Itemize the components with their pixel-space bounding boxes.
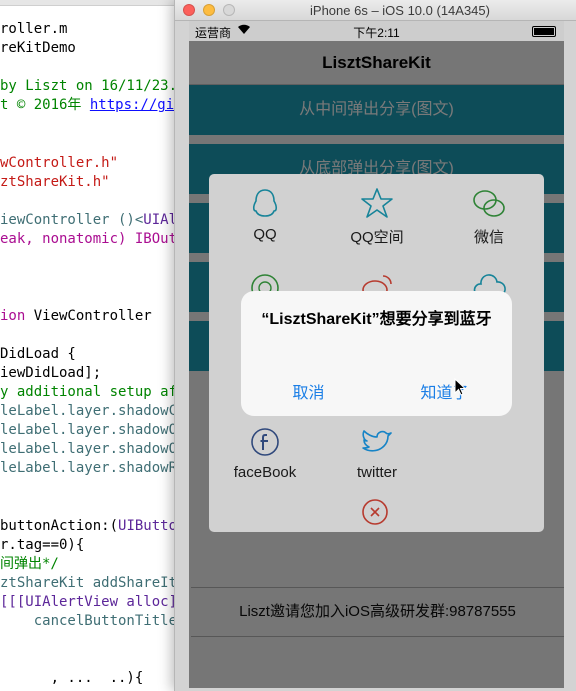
- simulator-titlebar: iPhone 6s – iOS 10.0 (14A345): [175, 0, 576, 21]
- close-window-button[interactable]: [183, 4, 195, 16]
- bluetooth-alert: “LisztShareKit”想要分享到蓝牙 取消 知道了: [241, 291, 512, 416]
- code-line[interactable]: DidLoad {: [0, 345, 76, 364]
- code-token: DidLoad {: [0, 345, 76, 362]
- code-token: leLabel.layer.shadowOff: [0, 441, 194, 458]
- code-token: [[[UIAlertView alloc]in: [0, 594, 194, 610]
- code-line[interactable]: iewController ()<UIAler: [0, 211, 194, 230]
- iphone-screen: 运营商 下午2:11 LisztShareKit 从中间弹出分享(图文) 从底部…: [189, 21, 564, 688]
- code-token: roller.m: [0, 21, 68, 37]
- code-token: iewDidLoad];: [0, 364, 102, 381]
- code-line[interactable]: iewDidLoad];: [0, 364, 101, 383]
- code-token: y additional setup afte: [0, 383, 194, 400]
- code-token: cancelButtonTitle:@: [0, 613, 194, 630]
- code-token: by Liszt on 16/11/23.: [0, 78, 178, 95]
- code-token: ztShareKit addShareItem: [0, 574, 194, 591]
- code-token: , ... ..){: [0, 670, 144, 687]
- code-token: leLabel.layer.shadowCol: [0, 403, 194, 419]
- code-line[interactable]: leLabel.layer.shadowOff: [0, 440, 194, 459]
- code-line[interactable]: by Liszt on 16/11/23.: [0, 77, 177, 96]
- code-line[interactable]: leLabel.layer.shadowOpa: [0, 421, 194, 440]
- code-token: reKitDemo: [0, 40, 76, 57]
- code-token: leLabel.layer.shadowOpa: [0, 422, 194, 439]
- code-token: 间弹出*/: [0, 555, 59, 572]
- simulator-title: iPhone 6s – iOS 10.0 (14A345): [310, 3, 490, 18]
- code-token: ion: [0, 307, 34, 324]
- code-token: leLabel.layer.shadowRad: [0, 460, 194, 477]
- alert-cancel-button[interactable]: 取消: [241, 379, 376, 409]
- code-line[interactable]: cancelButtonTitle:@: [0, 612, 194, 631]
- code-line[interactable]: y additional setup afte: [0, 383, 194, 402]
- code-line[interactable]: 间弹出*/: [0, 555, 59, 574]
- mouse-cursor-icon: [454, 378, 466, 396]
- code-line[interactable]: reKitDemo: [0, 39, 76, 58]
- code-token: t © 2016年: [0, 97, 90, 114]
- alert-ok-button[interactable]: 知道了: [377, 379, 512, 409]
- minimize-window-button[interactable]: [203, 4, 215, 16]
- code-line[interactable]: wController.h": [0, 154, 118, 173]
- code-line[interactable]: r.tag==0){: [0, 536, 84, 555]
- code-token: eak, nonatomic): [0, 231, 135, 248]
- code-line[interactable]: ztShareKit addShareItem: [0, 574, 194, 593]
- code-token: ztShareKit.h": [0, 173, 110, 190]
- code-token: buttonAction:(: [0, 517, 119, 534]
- code-token: ViewController: [33, 307, 152, 324]
- alert-message: “LisztShareKit”想要分享到蓝牙: [261, 311, 492, 328]
- code-line[interactable]: , ... ..){: [0, 669, 144, 688]
- code-token: iewController ()<: [0, 212, 144, 228]
- code-line[interactable]: eak, nonatomic) IBOutle: [0, 230, 194, 249]
- code-line[interactable]: buttonAction:(UIButton: [0, 517, 185, 536]
- code-line[interactable]: ion ViewController: [0, 307, 152, 326]
- code-line[interactable]: leLabel.layer.shadowCol: [0, 402, 194, 421]
- simulator-window: iPhone 6s – iOS 10.0 (14A345) 运营商 下午2:11…: [174, 0, 576, 691]
- code-line[interactable]: ztShareKit.h": [0, 173, 110, 192]
- code-line[interactable]: [[[UIAlertView alloc]in: [0, 593, 194, 612]
- zoom-window-button[interactable]: [223, 4, 235, 16]
- code-token: wController.h": [0, 154, 119, 171]
- code-token: r.tag==0){: [0, 536, 85, 553]
- code-line[interactable]: t © 2016年 https://gith: [0, 96, 191, 115]
- code-line[interactable]: roller.m: [0, 20, 67, 39]
- code-line[interactable]: leLabel.layer.shadowRad: [0, 459, 194, 478]
